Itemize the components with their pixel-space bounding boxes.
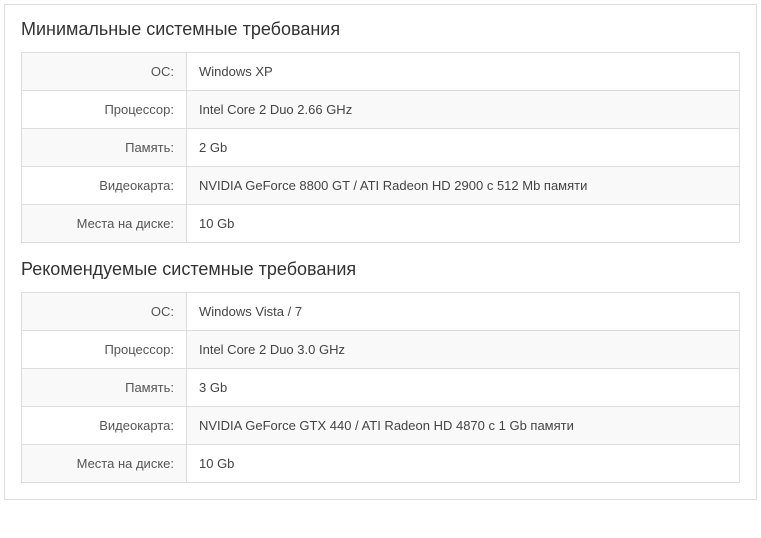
spec-value: Windows XP (187, 53, 740, 91)
spec-label: Места на диске: (22, 205, 187, 243)
table-row: ОС: Windows Vista / 7 (22, 293, 740, 331)
table-row: Видеокарта: NVIDIA GeForce 8800 GT / ATI… (22, 167, 740, 205)
spec-label: Видеокарта: (22, 407, 187, 445)
spec-label: ОС: (22, 293, 187, 331)
recommended-requirements-table: ОС: Windows Vista / 7 Процессор: Intel C… (21, 292, 740, 483)
spec-label: Видеокарта: (22, 167, 187, 205)
table-row: Память: 3 Gb (22, 369, 740, 407)
spec-value: Intel Core 2 Duo 2.66 GHz (187, 91, 740, 129)
recommended-requirements-title: Рекомендуемые системные требования (21, 259, 740, 280)
spec-value: 10 Gb (187, 445, 740, 483)
spec-value: Windows Vista / 7 (187, 293, 740, 331)
spec-value: Intel Core 2 Duo 3.0 GHz (187, 331, 740, 369)
table-row: Процессор: Intel Core 2 Duo 3.0 GHz (22, 331, 740, 369)
spec-label: ОС: (22, 53, 187, 91)
table-row: Видеокарта: NVIDIA GeForce GTX 440 / ATI… (22, 407, 740, 445)
minimum-requirements-title: Минимальные системные требования (21, 19, 740, 40)
spec-value: NVIDIA GeForce 8800 GT / ATI Radeon HD 2… (187, 167, 740, 205)
table-row: Память: 2 Gb (22, 129, 740, 167)
spec-value: 2 Gb (187, 129, 740, 167)
spec-label: Процессор: (22, 91, 187, 129)
spec-value: 3 Gb (187, 369, 740, 407)
spec-label: Места на диске: (22, 445, 187, 483)
table-row: ОС: Windows XP (22, 53, 740, 91)
table-row: Процессор: Intel Core 2 Duo 2.66 GHz (22, 91, 740, 129)
spec-label: Память: (22, 369, 187, 407)
table-row: Места на диске: 10 Gb (22, 205, 740, 243)
system-requirements-panel: Минимальные системные требования ОС: Win… (4, 4, 757, 500)
spec-label: Память: (22, 129, 187, 167)
spec-label: Процессор: (22, 331, 187, 369)
spec-value: 10 Gb (187, 205, 740, 243)
minimum-requirements-table: ОС: Windows XP Процессор: Intel Core 2 D… (21, 52, 740, 243)
table-row: Места на диске: 10 Gb (22, 445, 740, 483)
spec-value: NVIDIA GeForce GTX 440 / ATI Radeon HD 4… (187, 407, 740, 445)
